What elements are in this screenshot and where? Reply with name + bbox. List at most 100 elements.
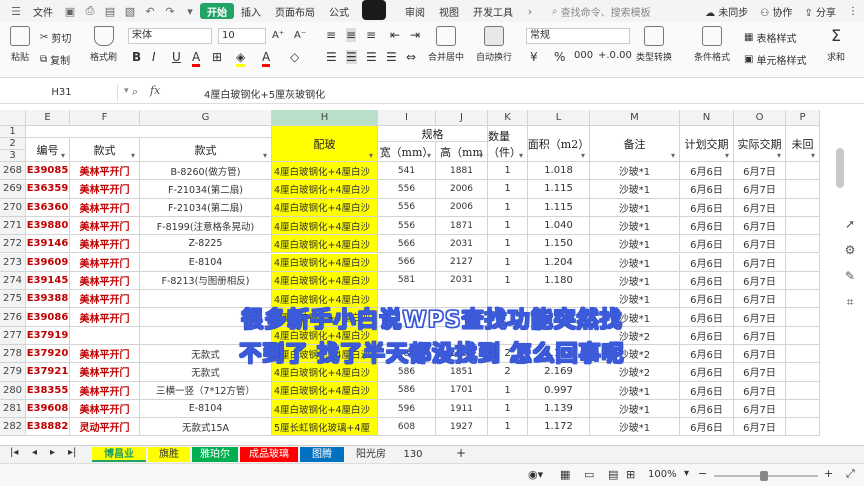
filter-dropdown-icon[interactable]: ▾ xyxy=(427,151,431,160)
sheet-tab[interactable]: 博昌业 xyxy=(92,447,146,462)
tab-home[interactable]: 开始 xyxy=(200,3,234,19)
table-cell[interactable]: 1 xyxy=(488,399,528,419)
table-cell[interactable]: 1 xyxy=(488,381,528,400)
select-tool-icon[interactable]: ➚ xyxy=(840,214,860,234)
filter-dropdown-icon[interactable]: ▾ xyxy=(369,151,373,160)
preview-icon[interactable]: ▤ xyxy=(103,4,117,18)
zoom-slider-thumb[interactable] xyxy=(760,471,768,481)
table-cell[interactable]: 沙玻*1 xyxy=(590,180,680,199)
column-header-F[interactable]: F xyxy=(70,110,140,126)
prev-sheet-icon[interactable]: ◂ xyxy=(32,447,37,458)
align-left-icon[interactable]: ☰ xyxy=(326,50,337,64)
font-color-2-button[interactable]: A xyxy=(262,50,271,67)
unsync-button[interactable]: ☁ 未同步 xyxy=(705,4,748,19)
indent-right-icon[interactable]: ⇥ xyxy=(410,28,420,42)
table-cell[interactable]: F-8199(注意格条晃动) xyxy=(140,216,272,236)
table-cell[interactable]: 1.040 xyxy=(528,216,590,236)
table-cell[interactable]: 6月6日 xyxy=(680,180,734,199)
table-cell[interactable]: F-8213(与图册相反) xyxy=(140,271,272,291)
chevron-right-icon[interactable]: › xyxy=(523,4,537,18)
table-cell[interactable]: 6月7日 xyxy=(734,399,786,419)
table-cell[interactable]: 6月7日 xyxy=(734,162,786,181)
column-header-G[interactable]: G xyxy=(140,110,272,126)
table-cell[interactable]: 6月6日 xyxy=(680,399,734,419)
table-cell[interactable]: 1701 xyxy=(436,381,488,400)
clear-format-button[interactable]: ◇ xyxy=(290,50,299,64)
table-cell[interactable]: 美林平开门 xyxy=(70,271,140,291)
row-header[interactable]: 280 xyxy=(0,381,26,400)
table-cell[interactable]: E39145 xyxy=(26,271,70,291)
menu-icon[interactable]: ☰ xyxy=(9,4,23,18)
column-header-P[interactable]: P xyxy=(786,110,820,126)
table-cell[interactable]: 4厘白玻钢化+4厘白沙 xyxy=(272,399,378,419)
table-cell[interactable]: E36359 xyxy=(26,180,70,199)
share-button[interactable]: ⇪ 分享 xyxy=(804,4,836,19)
table-cell[interactable]: 1.018 xyxy=(528,162,590,181)
increase-decimal-icon[interactable]: +.0 xyxy=(598,50,616,61)
table-cell[interactable]: 4厘白玻钢化+4厘白沙 xyxy=(272,216,378,236)
format-icon[interactable]: ✎ xyxy=(840,266,860,286)
table-style-button[interactable]: ▦ 表格样式 xyxy=(744,30,796,45)
table-cell[interactable]: 6月6日 xyxy=(680,198,734,217)
font-color-button[interactable]: A xyxy=(192,50,201,67)
table-cell[interactable]: E38355 xyxy=(26,381,70,400)
row-header[interactable]: 272 xyxy=(0,235,26,254)
table-cell[interactable] xyxy=(786,253,820,272)
save-icon[interactable]: ▣ xyxy=(63,4,77,18)
reading-view-icon[interactable]: ⊞ xyxy=(626,468,635,481)
table-cell[interactable]: 1911 xyxy=(436,399,488,419)
number-format-select[interactable]: 常规 xyxy=(526,28,630,44)
normal-view-icon[interactable]: ▦ xyxy=(560,468,570,481)
underline-button[interactable]: U xyxy=(172,50,181,64)
column-header-N[interactable]: N xyxy=(680,110,734,126)
table-cell[interactable]: 1927 xyxy=(436,418,488,437)
grow-font-icon[interactable]: A⁺ xyxy=(272,30,284,41)
filter-dropdown-icon[interactable]: ▾ xyxy=(61,151,65,160)
filter-dropdown-icon[interactable]: ▾ xyxy=(671,151,675,160)
table-cell[interactable]: 6月6日 xyxy=(680,271,734,291)
table-cell[interactable]: 2006 xyxy=(436,198,488,217)
paste-button[interactable]: 粘贴 xyxy=(10,26,30,63)
table-cell[interactable]: 1.172 xyxy=(528,418,590,437)
table-cell[interactable]: 596 xyxy=(378,399,436,419)
percent-icon[interactable]: % xyxy=(554,50,565,64)
table-cell[interactable]: 1 xyxy=(488,271,528,291)
table-cell[interactable]: 4厘白玻钢化+4厘白沙 xyxy=(272,198,378,217)
table-cell[interactable]: 美林平开门 xyxy=(70,162,140,181)
table-cell[interactable]: E-8104 xyxy=(140,399,272,419)
tab-page-layout[interactable]: 页面布局 xyxy=(268,0,322,22)
zoom-search-icon[interactable]: ⌕ xyxy=(132,85,138,99)
table-cell[interactable] xyxy=(786,162,820,181)
table-cell[interactable]: 6月7日 xyxy=(734,418,786,437)
table-cell[interactable] xyxy=(786,381,820,400)
table-cell[interactable]: 4厘白玻钢化+4厘白沙 xyxy=(272,162,378,181)
table-cell[interactable]: 1.139 xyxy=(528,399,590,419)
wrap-text-button[interactable]: 自动换行 xyxy=(476,26,512,63)
table-cell[interactable]: 2031 xyxy=(436,271,488,291)
table-cell[interactable]: 6月6日 xyxy=(680,418,734,437)
export-icon[interactable]: ▧ xyxy=(123,4,137,18)
table-cell[interactable]: 1 xyxy=(488,418,528,437)
zoom-level[interactable]: 100% xyxy=(648,469,677,480)
table-cell[interactable]: B-8260(做方管) xyxy=(140,162,272,181)
more-icon[interactable]: ⋮ xyxy=(848,6,858,17)
row-header[interactable]: 282 xyxy=(0,418,26,437)
name-box[interactable]: H31 xyxy=(6,84,118,102)
row-header-1[interactable]: 1 xyxy=(0,126,26,138)
table-cell[interactable]: 1.115 xyxy=(528,198,590,217)
formula-input[interactable]: 4厘白玻钢化+5厘灰玻钢化 xyxy=(204,86,325,101)
border-button[interactable]: ⊞ xyxy=(212,50,222,64)
filter-dropdown-icon[interactable]: ▾ xyxy=(131,151,135,160)
tab-view[interactable]: 视图 xyxy=(432,0,466,22)
table-cell[interactable]: E-8104 xyxy=(140,253,272,272)
filter-dropdown-icon[interactable]: ▾ xyxy=(519,151,523,160)
sheet-tab[interactable]: 雅珀尔 xyxy=(192,447,238,462)
zoom-out-icon[interactable]: − xyxy=(698,467,707,480)
cut-button[interactable]: ✂ 剪切 xyxy=(40,30,71,45)
page-break-view-icon[interactable]: ▤ xyxy=(608,468,618,481)
table-cell[interactable]: 6月7日 xyxy=(734,253,786,272)
filter-dropdown-icon[interactable]: ▾ xyxy=(581,151,585,160)
justify-icon[interactable]: ☰ xyxy=(386,50,397,64)
row-header-2[interactable]: 2 xyxy=(0,138,26,150)
table-cell[interactable] xyxy=(786,216,820,236)
